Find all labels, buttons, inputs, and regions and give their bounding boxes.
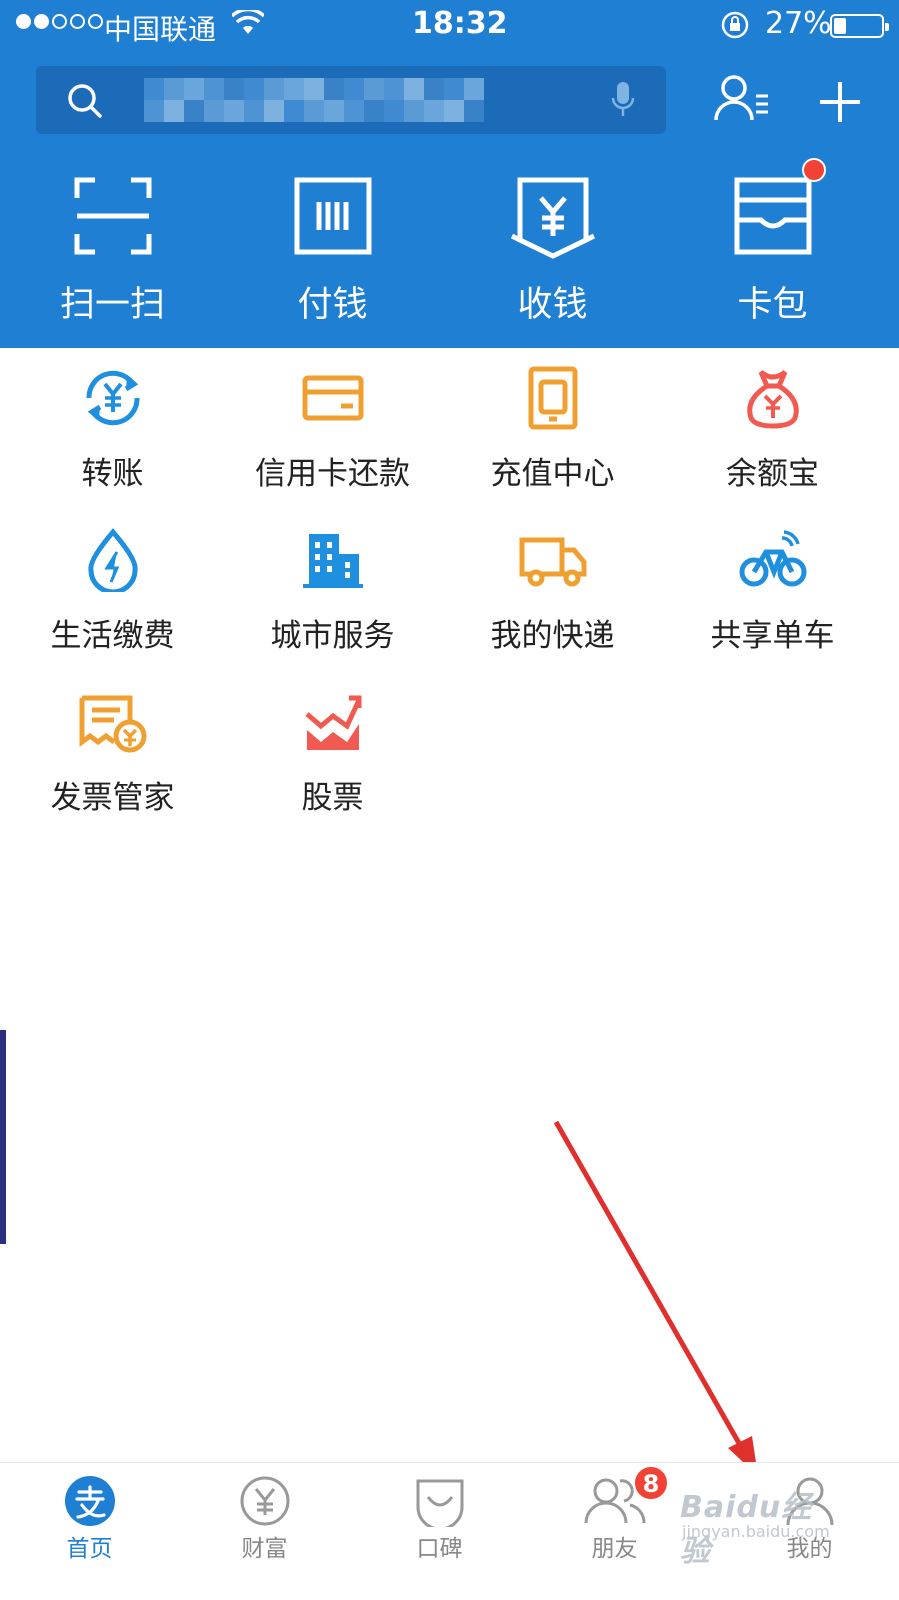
tab-label: 朋友: [591, 1536, 638, 1562]
tab-label: 财富: [241, 1536, 288, 1562]
service-credit-card-repay[interactable]: 信用卡还款: [220, 366, 445, 526]
service-label: 转账: [81, 456, 144, 492]
koubei-icon: [414, 1475, 466, 1531]
service-yuebao[interactable]: 余额宝: [660, 366, 885, 526]
service-label: 生活缴费: [50, 618, 175, 654]
service-shared-bike[interactable]: 共享单车: [660, 528, 885, 688]
rotation-lock-icon: [720, 10, 750, 44]
phone-recharge-icon: [521, 366, 585, 434]
service-city-services[interactable]: 城市服务: [220, 528, 445, 688]
service-label: 股票: [301, 780, 364, 816]
building-icon: [301, 528, 365, 596]
search-bar[interactable]: [36, 66, 666, 134]
service-label: 我的快递: [490, 618, 615, 654]
service-invoice-manager[interactable]: 发票管家: [0, 690, 225, 850]
service-my-delivery[interactable]: 我的快递: [440, 528, 665, 688]
tab-friends[interactable]: 8 朋友: [525, 1463, 704, 1600]
status-bar: 中国联通 18:32 27%: [0, 0, 899, 50]
quick-action-pay[interactable]: 付钱: [220, 172, 445, 332]
service-label: 发票管家: [50, 780, 175, 816]
baidu-jingyan-watermark: Baidu经验 jingyan.baidu.com: [680, 1482, 840, 1569]
utility-drop-icon: [81, 528, 145, 596]
notification-badge: 8: [633, 1465, 669, 1501]
card-wallet-icon: [733, 176, 813, 260]
watermark-url: jingyan.baidu.com: [682, 1522, 830, 1541]
service-utility-payment[interactable]: 生活缴费: [0, 528, 225, 688]
header: 中国联通 18:32 27% 扫一扫 付钱 收钱 卡包: [0, 0, 899, 348]
search-placeholder-blurred: [144, 78, 484, 122]
tab-label: 口碑: [416, 1536, 463, 1562]
service-label: 城市服务: [270, 618, 395, 654]
service-stocks[interactable]: 股票: [220, 690, 445, 850]
home-alipay-icon: [64, 1475, 116, 1531]
delivery-truck-icon: [518, 528, 588, 596]
invoice-icon: [78, 690, 148, 758]
search-icon: [66, 82, 104, 124]
service-label: 共享单车: [710, 618, 835, 654]
wifi-icon: [230, 7, 266, 40]
quick-action-label: 扫一扫: [59, 285, 165, 325]
background-edge-strip: [0, 1030, 6, 1244]
tab-label: 首页: [66, 1536, 113, 1562]
notification-dot: [802, 158, 826, 182]
quick-action-receive[interactable]: 收钱: [440, 172, 665, 332]
quick-action-label: 收钱: [517, 285, 588, 325]
service-recharge-center[interactable]: 充值中心: [440, 366, 665, 526]
service-transfer[interactable]: 转账: [0, 366, 225, 526]
transfer-icon: [81, 366, 145, 434]
stock-chart-icon: [301, 690, 365, 758]
battery-icon: [830, 14, 889, 38]
add-icon[interactable]: [818, 80, 862, 128]
tab-home[interactable]: 首页: [0, 1463, 179, 1600]
quick-action-label: 卡包: [737, 285, 808, 325]
quick-action-card-wallet[interactable]: 卡包: [660, 158, 885, 332]
microphone-icon[interactable]: [610, 80, 636, 124]
tab-wealth[interactable]: 财富: [175, 1463, 354, 1600]
carrier-name: 中国联通: [104, 13, 217, 46]
tab-koubei[interactable]: 口碑: [350, 1463, 529, 1600]
service-label: 充值中心: [490, 456, 615, 492]
quick-action-label: 付钱: [297, 285, 368, 325]
quick-action-scan[interactable]: 扫一扫: [0, 172, 225, 332]
service-label: 信用卡还款: [255, 456, 410, 492]
signal-strength-icon: [16, 14, 103, 29]
service-label: 余额宝: [726, 456, 819, 492]
battery-percent: 27%: [765, 6, 832, 41]
credit-card-icon: [301, 366, 365, 434]
clock: 18:32: [412, 6, 508, 41]
money-bag-icon: [741, 366, 805, 434]
bicycle-icon: [738, 528, 808, 596]
wealth-yuan-icon: [239, 1475, 291, 1531]
receive-money-icon: [508, 176, 598, 264]
scan-icon: [73, 176, 153, 260]
pay-code-icon: [293, 176, 373, 260]
contacts-icon[interactable]: [714, 74, 772, 128]
